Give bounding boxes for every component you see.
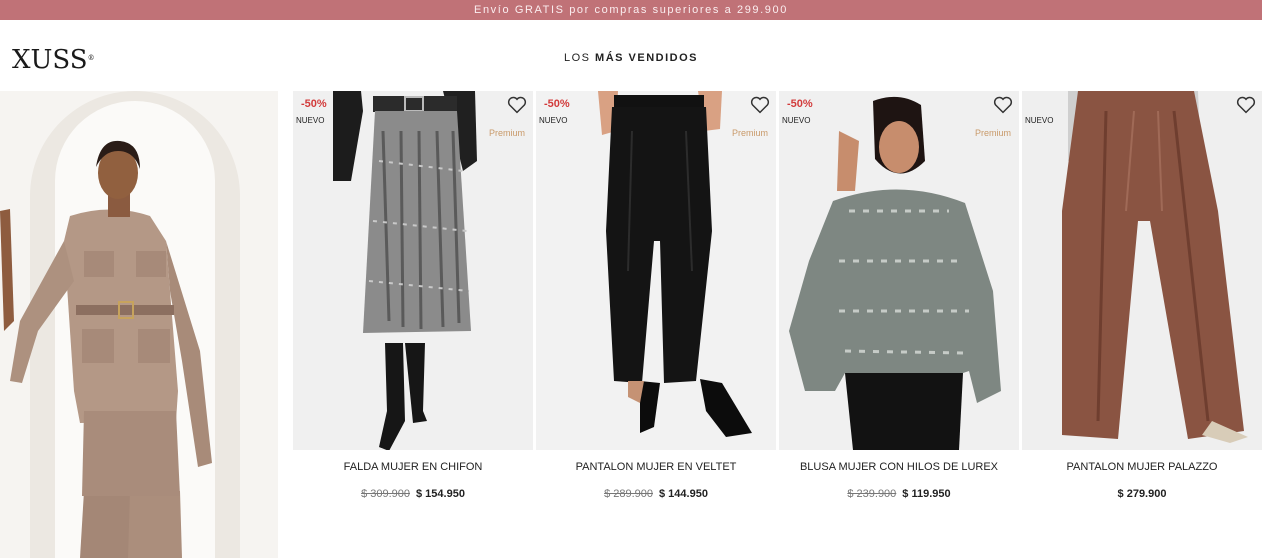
product-card[interactable]: -50% NUEVO Premium FALDA MUJER EN CHIFON… xyxy=(293,91,533,511)
product-image[interactable]: -50% NUEVO Premium xyxy=(779,91,1019,450)
premium-badge: Premium xyxy=(731,128,768,138)
product-name[interactable]: FALDA MUJER EN CHIFON xyxy=(293,461,533,473)
new-badge: NUEVO xyxy=(296,116,325,125)
product-name[interactable]: PANTALON MUJER EN VELTET xyxy=(536,461,776,473)
new-badge: NUEVO xyxy=(539,116,568,125)
current-price: $ 119.950 xyxy=(902,488,951,500)
current-price: $ 144.950 xyxy=(659,488,708,500)
hero-model-figure xyxy=(0,140,212,558)
product-price: $ 309.900 $ 154.950 xyxy=(293,488,533,500)
section-title-highlight: MÁS VENDIDOS xyxy=(595,52,699,64)
product-name[interactable]: PANTALON MUJER PALAZZO xyxy=(1022,461,1262,473)
premium-badge: Premium xyxy=(488,128,525,138)
product-price: $ 289.900 $ 144.950 xyxy=(536,488,776,500)
section-title-prefix: LOS xyxy=(563,52,596,64)
product-card[interactable]: -50% NUEVO Premium PANTALON MUJER EN VEL… xyxy=(536,91,776,511)
product-image[interactable]: NUEVO xyxy=(1022,91,1262,450)
discount-badge: -50% xyxy=(301,98,327,110)
new-badge: NUEVO xyxy=(782,116,811,125)
section-title: LOS MÁS VENDIDOS xyxy=(0,52,1262,64)
heart-icon[interactable] xyxy=(750,96,770,114)
new-badge: NUEVO xyxy=(1025,116,1054,125)
discount-badge: -50% xyxy=(544,98,570,110)
current-price: $ 154.950 xyxy=(416,488,465,500)
heart-icon[interactable] xyxy=(1236,96,1256,114)
product-card[interactable]: -50% NUEVO Premium BLUSA MUJER CON HILOS… xyxy=(779,91,1019,511)
product-name[interactable]: BLUSA MUJER CON HILOS DE LUREX xyxy=(779,461,1019,473)
product-price: $ 239.900 $ 119.950 xyxy=(779,488,1019,500)
hero-model-image[interactable] xyxy=(0,91,278,558)
site-header: XUSS® LOS MÁS VENDIDOS xyxy=(0,20,1262,90)
product-card[interactable]: NUEVO PANTALON MUJER PALAZZO $ 279.900 xyxy=(1022,91,1262,511)
product-price: $ 279.900 xyxy=(1022,488,1262,500)
palazzo-illustration xyxy=(1022,91,1262,450)
current-price: $ 279.900 xyxy=(1117,488,1167,500)
product-image[interactable]: -50% NUEVO Premium xyxy=(293,91,533,450)
heart-icon[interactable] xyxy=(993,96,1013,114)
old-price: $ 289.900 xyxy=(604,488,653,500)
old-price: $ 309.900 xyxy=(361,488,410,500)
heart-icon[interactable] xyxy=(507,96,527,114)
announcement-bar: Envío GRATIS por compras superiores a 29… xyxy=(0,0,1262,20)
blouse-illustration xyxy=(779,91,1019,450)
premium-badge: Premium xyxy=(974,128,1011,138)
discount-badge: -50% xyxy=(787,98,813,110)
pants-illustration xyxy=(536,91,776,450)
old-price: $ 239.900 xyxy=(847,488,897,500)
skirt-illustration xyxy=(293,91,533,450)
product-image[interactable]: -50% NUEVO Premium xyxy=(536,91,776,450)
